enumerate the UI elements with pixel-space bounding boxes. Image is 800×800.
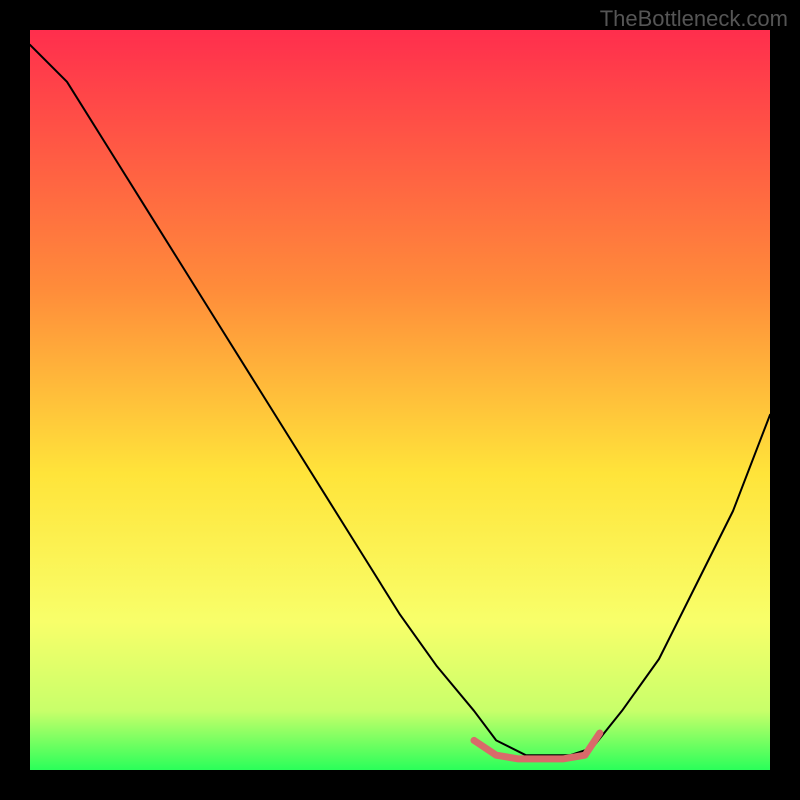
chart-svg	[30, 30, 770, 770]
chart-plot-area	[30, 30, 770, 770]
watermark-text: TheBottleneck.com	[600, 6, 788, 32]
